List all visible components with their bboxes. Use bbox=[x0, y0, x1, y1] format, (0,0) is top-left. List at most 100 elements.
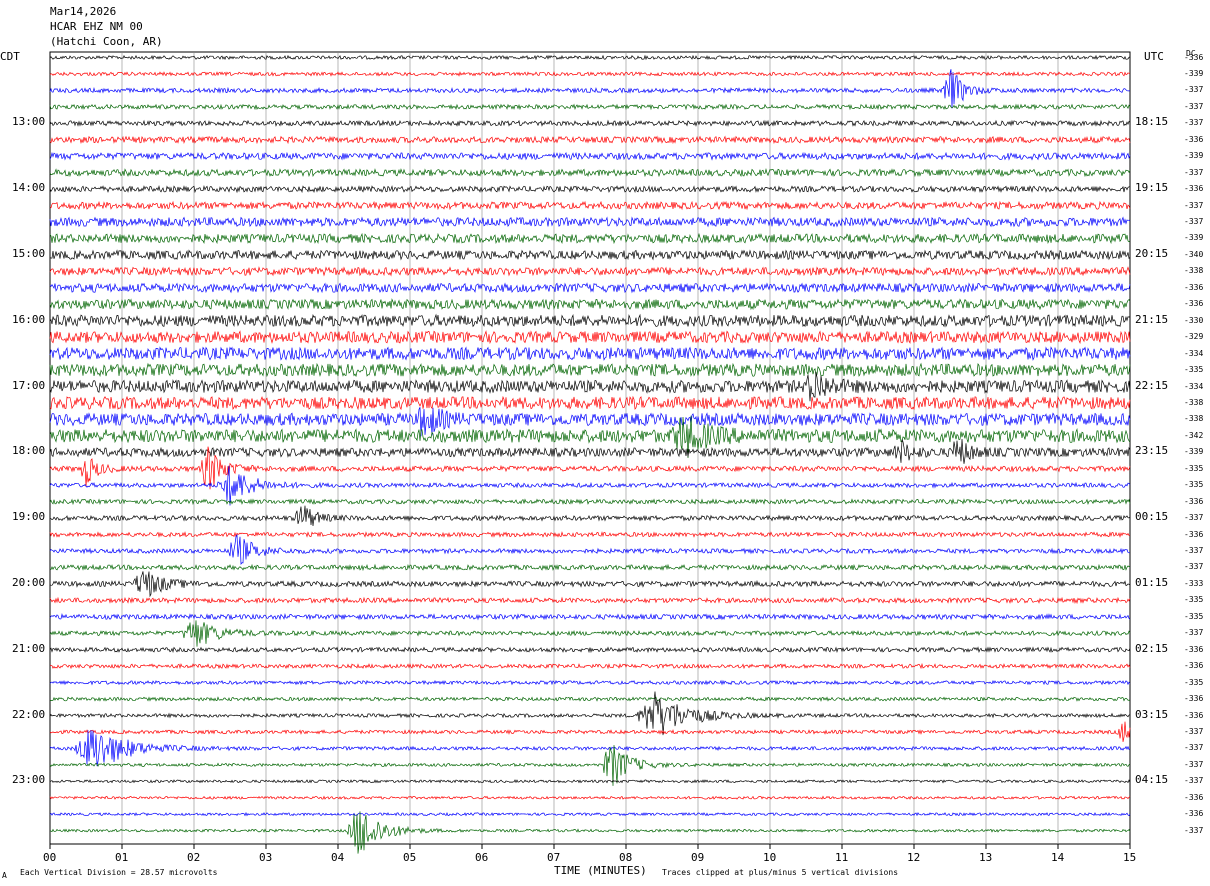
dc-offset-label: -329 bbox=[1184, 332, 1204, 342]
right-hour-label: 18:15 bbox=[1135, 115, 1169, 129]
dc-offset-label: -342 bbox=[1184, 430, 1204, 440]
dc-offset-label: -335 bbox=[1184, 480, 1204, 490]
seismic-trace bbox=[49, 168, 1131, 178]
dc-offset-label: -340 bbox=[1184, 249, 1204, 259]
x-axis-title: TIME (MINUTES) bbox=[554, 864, 647, 877]
dc-offset-label: -337 bbox=[1184, 776, 1204, 786]
dc-offset-label: -336 bbox=[1184, 710, 1204, 720]
x-tick-label: 08 bbox=[619, 851, 633, 864]
seismic-trace bbox=[49, 438, 1131, 464]
dc-offset-label: -338 bbox=[1184, 397, 1204, 407]
scale-note: Each Vertical Division = 28.57 microvolt… bbox=[20, 868, 218, 877]
dc-offset-label: -336 bbox=[1184, 809, 1204, 819]
seismic-trace bbox=[49, 282, 1131, 294]
x-tick-label: 05 bbox=[403, 851, 417, 864]
dc-offset-label: -336 bbox=[1184, 299, 1204, 309]
clip-note: Traces clipped at plus/minus 5 vertical … bbox=[662, 868, 899, 877]
dc-offset-label: -337 bbox=[1184, 825, 1204, 835]
seismic-trace bbox=[49, 151, 1131, 161]
seismic-trace bbox=[49, 795, 1131, 800]
dc-offset-label: -336 bbox=[1184, 529, 1204, 539]
seismic-trace bbox=[49, 54, 1131, 61]
x-tick-label: 15 bbox=[1123, 851, 1137, 864]
x-tick-label: 10 bbox=[763, 851, 777, 864]
left-hour-label: 21:00 bbox=[12, 641, 46, 655]
x-tick-label: 11 bbox=[835, 851, 849, 864]
seismic-trace bbox=[49, 571, 1131, 598]
left-hour-label: 20:00 bbox=[12, 575, 46, 589]
dc-offset-label: -337 bbox=[1184, 200, 1204, 210]
left-hour-label: 22:00 bbox=[12, 707, 46, 721]
seismic-trace bbox=[49, 346, 1131, 361]
left-hour-label: 15:00 bbox=[12, 246, 46, 260]
dc-offset-label: -336 bbox=[1184, 134, 1204, 144]
right-hour-label: 22:15 bbox=[1135, 378, 1169, 392]
dc-offset-label: -335 bbox=[1184, 365, 1204, 375]
seismic-trace bbox=[49, 563, 1131, 572]
seismic-trace bbox=[49, 613, 1131, 621]
dc-offset-label: -337 bbox=[1184, 759, 1204, 769]
dc-offset-label: -337 bbox=[1184, 743, 1204, 753]
seismic-trace bbox=[49, 498, 1131, 506]
seismic-trace bbox=[49, 232, 1131, 245]
dc-offset-label: -337 bbox=[1184, 513, 1204, 523]
left-hour-label: 18:00 bbox=[12, 444, 46, 458]
right-hour-label: 01:15 bbox=[1135, 575, 1169, 589]
right-hour-label: 21:15 bbox=[1135, 312, 1169, 326]
dc-offset-label: -337 bbox=[1184, 101, 1204, 111]
dc-offset-label: -339 bbox=[1184, 447, 1204, 457]
dc-offset-label: -333 bbox=[1184, 578, 1204, 588]
left-hour-label: 23:00 bbox=[12, 773, 46, 787]
seismic-trace bbox=[49, 362, 1131, 378]
x-tick-label: 06 bbox=[475, 851, 489, 864]
right-hour-label: 19:15 bbox=[1135, 181, 1169, 195]
x-tick-label: 02 bbox=[187, 851, 201, 864]
dc-offset-label: -336 bbox=[1184, 52, 1204, 62]
seismic-trace bbox=[49, 531, 1131, 538]
seismic-trace bbox=[49, 696, 1131, 702]
seismic-trace bbox=[49, 505, 1131, 527]
dc-offset-label: -335 bbox=[1184, 595, 1204, 605]
seismic-trace bbox=[49, 135, 1131, 145]
right-hour-label: 00:15 bbox=[1135, 510, 1169, 524]
seismic-trace bbox=[49, 119, 1131, 127]
dc-offset-label: -337 bbox=[1184, 726, 1204, 736]
seismic-trace bbox=[49, 811, 1131, 854]
helicorder-plot bbox=[49, 51, 1131, 854]
seismic-trace bbox=[49, 745, 1131, 786]
right-hour-label: 03:15 bbox=[1135, 707, 1169, 721]
seismic-trace bbox=[49, 216, 1131, 228]
seismic-trace bbox=[49, 330, 1131, 345]
seismic-trace bbox=[49, 407, 1131, 437]
plot-frame bbox=[49, 51, 1131, 845]
dc-offset-label: -330 bbox=[1184, 315, 1204, 325]
seismic-trace bbox=[49, 596, 1131, 605]
dc-offset-label: -336 bbox=[1184, 184, 1204, 194]
dc-offset-label: -336 bbox=[1184, 282, 1204, 292]
x-tick-label: 01 bbox=[115, 851, 129, 864]
right-hour-label: 20:15 bbox=[1135, 246, 1169, 260]
dc-offset-label: -338 bbox=[1184, 266, 1204, 276]
dc-offset-label: -334 bbox=[1184, 348, 1204, 358]
seismic-trace bbox=[49, 620, 1131, 647]
dc-offset-label: -337 bbox=[1184, 118, 1204, 128]
x-tick-label: 14 bbox=[1051, 851, 1065, 864]
x-tick-label: 12 bbox=[907, 851, 921, 864]
x-tick-label: 09 bbox=[691, 851, 705, 864]
dc-offset-label: -336 bbox=[1184, 661, 1204, 671]
dc-offset-label: -336 bbox=[1184, 694, 1204, 704]
seismic-trace bbox=[49, 811, 1131, 817]
right-hour-label: 23:15 bbox=[1135, 444, 1169, 458]
x-tick-label: 07 bbox=[547, 851, 561, 864]
left-hour-label: 13:00 bbox=[12, 115, 46, 129]
right-hour-label: 02:15 bbox=[1135, 641, 1169, 655]
corner-mark: A bbox=[2, 871, 7, 880]
x-tick-label: 04 bbox=[331, 851, 345, 864]
seismic-trace bbox=[49, 103, 1131, 111]
dc-offset-label: -337 bbox=[1184, 546, 1204, 555]
seismic-trace bbox=[49, 200, 1131, 211]
seismic-trace bbox=[49, 71, 1131, 77]
dc-offset-label: -335 bbox=[1184, 463, 1204, 473]
dc-offset-label: -335 bbox=[1184, 677, 1204, 687]
seismic-trace bbox=[49, 266, 1131, 277]
